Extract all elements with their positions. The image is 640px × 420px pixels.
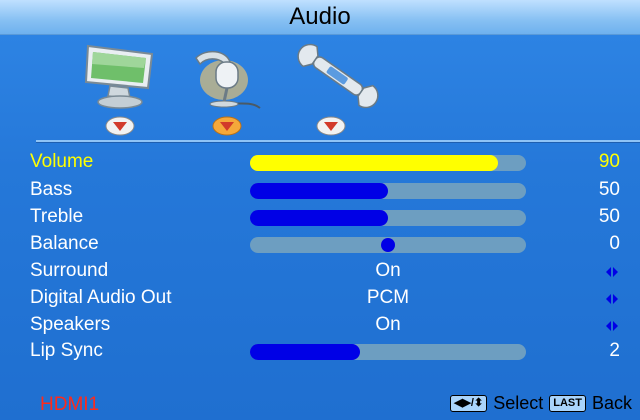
menu-item-treble[interactable]: Treble 50 (0, 205, 640, 231)
speakers-option[interactable]: On (250, 314, 526, 336)
left-right-arrows-icon (606, 294, 618, 304)
balance-slider[interactable] (250, 237, 526, 253)
tab-bar (0, 34, 640, 142)
menu-item-label: Surround (30, 260, 109, 281)
menu-item-label: Bass (30, 179, 73, 200)
menu-item-label: Balance (30, 233, 99, 254)
last-key: LAST (549, 395, 586, 412)
status-bar: HDMI1 ◀▶/⬍ Select LAST Back (0, 388, 640, 420)
menu-item-digital-audio-out[interactable]: Digital Audio Out PCM (0, 286, 640, 312)
volume-slider[interactable] (250, 155, 526, 171)
monitor-icon (84, 44, 154, 109)
menu-item-value: 0 (609, 233, 620, 254)
menu-item-lip-sync[interactable]: Lip Sync 2 (0, 339, 640, 365)
menu-item-label: Lip Sync (30, 340, 103, 361)
menu-item-label: Volume (30, 151, 94, 172)
menu-item-label: Treble (30, 206, 84, 227)
menu-item-balance[interactable]: Balance 0 (0, 232, 640, 258)
menu-item-value: 50 (598, 206, 620, 227)
menu-item-volume[interactable]: Volume 90 (0, 150, 640, 176)
menu-title: Audio (0, 0, 640, 35)
treble-slider[interactable] (250, 210, 526, 226)
wrench-icon (297, 43, 379, 109)
tab-setup[interactable] (296, 40, 380, 112)
tab-picture[interactable] (78, 40, 162, 112)
surround-option[interactable]: On (250, 260, 526, 282)
left-right-arrows-icon (606, 321, 618, 331)
balance-knob[interactable] (381, 238, 395, 252)
tab-audio[interactable] (186, 40, 270, 112)
digital-audio-out-option[interactable]: PCM (250, 287, 526, 309)
bass-slider[interactable] (250, 183, 526, 199)
divider (36, 140, 640, 142)
microphone-icon (195, 50, 261, 109)
menu-item-bass[interactable]: Bass 50 (0, 178, 640, 204)
back-label: Back (591, 393, 632, 413)
nav-hints: ◀▶/⬍ Select LAST Back (450, 393, 632, 414)
left-right-arrows-icon (606, 267, 618, 277)
menu-item-label: Digital Audio Out (30, 287, 172, 308)
tab-audio-arrow-icon (212, 116, 242, 136)
select-label: Select (493, 393, 544, 413)
dpad-icon: ◀▶/⬍ (450, 395, 488, 412)
menu-item-label: Speakers (30, 314, 111, 335)
tab-picture-arrow-icon (105, 116, 135, 136)
menu-item-surround[interactable]: Surround On (0, 259, 640, 285)
menu-item-value: 2 (609, 340, 620, 361)
lip-sync-slider[interactable] (250, 344, 526, 360)
tab-setup-arrow-icon (316, 116, 346, 136)
menu-item-value: 50 (598, 179, 620, 200)
menu-item-value: 90 (598, 151, 620, 172)
menu-item-speakers[interactable]: Speakers On (0, 313, 640, 339)
input-source: HDMI1 (40, 394, 100, 415)
